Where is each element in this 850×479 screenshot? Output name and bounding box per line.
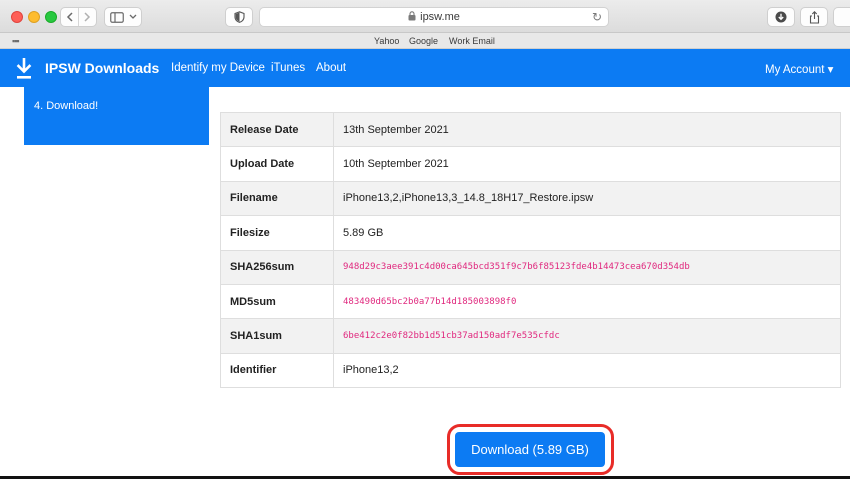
row-key: Upload Date <box>220 146 334 182</box>
address-bar[interactable]: ipsw.me ↻ <box>259 7 609 27</box>
grid-icon[interactable]: ▪▪▪ <box>12 36 20 46</box>
maximize-window-button[interactable] <box>45 11 57 23</box>
chevron-left-icon <box>66 12 73 22</box>
download-button[interactable]: Download (5.89 GB) <box>455 432 605 467</box>
row-key: Release Date <box>220 111 334 148</box>
table-row: MD5sum 483490d65bc2b0a77b14d185003898f0 <box>220 283 841 320</box>
sidebar-toggle-button[interactable] <box>104 7 142 27</box>
row-key: Identifier <box>220 352 334 389</box>
table-row: Identifier iPhone13,2 <box>220 352 841 389</box>
favorite-link[interactable]: Yahoo <box>374 36 399 46</box>
lock-icon <box>408 10 416 24</box>
my-account-dropdown[interactable]: My Account ▾ <box>765 62 833 76</box>
row-value: 10th September 2021 <box>333 146 841 182</box>
address-text: ipsw.me <box>420 11 460 23</box>
favorites-bar: ▪▪▪ Yahoo Google Work Email <box>0 33 850 49</box>
share-button[interactable] <box>800 7 828 27</box>
nav-link-identify-device[interactable]: Identify my Device <box>171 62 265 74</box>
row-key: SHA256sum <box>220 249 334 285</box>
minimize-window-button[interactable] <box>28 11 40 23</box>
download-arrow-icon[interactable] <box>16 58 32 80</box>
row-value: iPhone13,2,iPhone13,3_14.8_18H17_Restore… <box>333 180 841 217</box>
browser-toolbar: ipsw.me ↻ <box>0 0 850 33</box>
firmware-details-table: Release Date 13th September 2021 Upload … <box>220 111 841 389</box>
table-row: Upload Date 10th September 2021 <box>220 146 841 182</box>
shield-icon <box>233 11 245 23</box>
download-circle-icon <box>775 11 787 23</box>
share-icon <box>809 10 819 24</box>
sha256-hash: 948d29c3aee391c4d00ca645bcd351f9c7b6f851… <box>333 249 841 285</box>
reload-icon[interactable]: ↻ <box>592 10 602 24</box>
row-value: 13th September 2021 <box>333 111 841 148</box>
row-key: SHA1sum <box>220 318 334 354</box>
table-row: SHA256sum 948d29c3aee391c4d00ca645bcd351… <box>220 249 841 285</box>
row-key: Filesize <box>220 215 334 251</box>
downloads-button[interactable] <box>767 7 795 27</box>
row-key: MD5sum <box>220 283 334 320</box>
md5-hash: 483490d65bc2b0a77b14d185003898f0 <box>333 283 841 320</box>
table-row: Release Date 13th September 2021 <box>220 111 841 148</box>
chevron-right-icon <box>84 12 91 22</box>
favorite-link[interactable]: Google <box>409 36 438 46</box>
back-forward-group <box>60 7 97 27</box>
row-value: iPhone13,2 <box>333 352 841 389</box>
site-navbar: IPSW Downloads Identify my Device iTunes… <box>0 49 850 87</box>
sha1-hash: 6be412c2e0f82bb1d51cb37ad150adf7e535cfdc <box>333 318 841 354</box>
chevron-down-icon <box>129 14 136 19</box>
brand-title[interactable]: IPSW Downloads <box>45 60 159 76</box>
table-row: SHA1sum 6be412c2e0f82bb1d51cb37ad150adf7… <box>220 318 841 354</box>
new-tab-button[interactable] <box>833 7 850 27</box>
favorite-link[interactable]: Work Email <box>449 36 495 46</box>
row-key: Filename <box>220 180 334 217</box>
privacy-report-button[interactable] <box>225 7 253 27</box>
table-row: Filesize 5.89 GB <box>220 215 841 251</box>
back-button[interactable] <box>61 8 78 26</box>
step-indicator: 4. Download! <box>24 87 209 145</box>
nav-link-itunes[interactable]: iTunes <box>271 62 305 74</box>
table-row: Filename iPhone13,2,iPhone13,3_14.8_18H1… <box>220 180 841 217</box>
close-window-button[interactable] <box>11 11 23 23</box>
row-value: 5.89 GB <box>333 215 841 251</box>
nav-link-about[interactable]: About <box>316 62 346 74</box>
sidebar-icon <box>109 11 124 23</box>
step-label: 4. Download! <box>34 100 99 112</box>
forward-button[interactable] <box>78 8 96 26</box>
